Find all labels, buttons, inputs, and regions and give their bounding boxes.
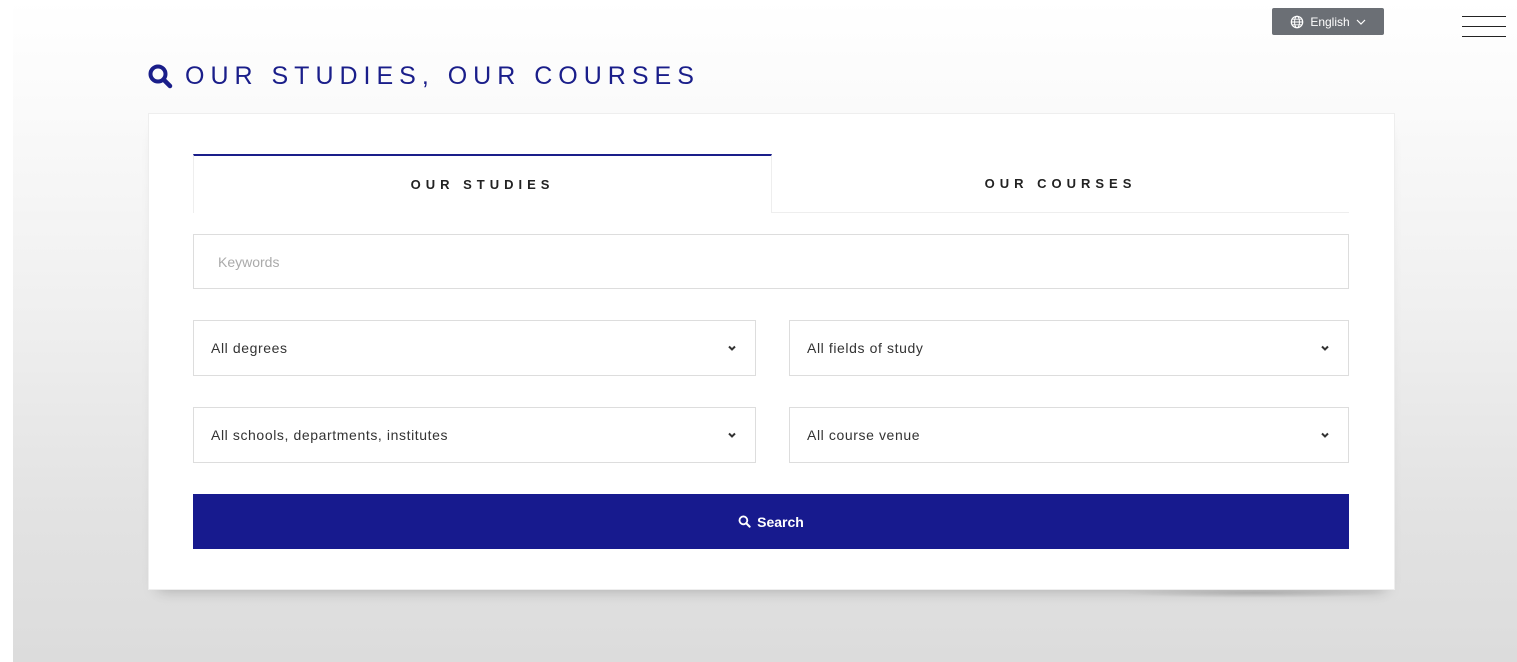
tab-bar: OUR STUDIES OUR COURSES: [193, 154, 1349, 213]
keywords-input[interactable]: [193, 234, 1349, 289]
hamburger-line: [1462, 16, 1506, 17]
search-icon: [738, 515, 751, 528]
chevron-down-icon: [1321, 345, 1329, 351]
tab-our-courses[interactable]: OUR COURSES: [772, 154, 1349, 212]
fields-select-value: All fields of study: [807, 340, 924, 356]
globe-icon: [1291, 15, 1304, 28]
venue-select-value: All course venue: [807, 427, 921, 443]
degrees-select[interactable]: All degrees: [193, 320, 756, 376]
search-icon: [148, 64, 173, 89]
chevron-down-icon: [1356, 19, 1366, 25]
language-selector[interactable]: English: [1272, 8, 1384, 35]
search-card: OUR STUDIES OUR COURSES All degrees All …: [148, 113, 1395, 590]
hamburger-menu-icon[interactable]: [1462, 16, 1506, 38]
hamburger-line: [1462, 26, 1506, 27]
fields-of-study-select[interactable]: All fields of study: [789, 320, 1349, 376]
search-button[interactable]: Search: [193, 494, 1349, 549]
page-title: OUR STUDIES, OUR COURSES: [147, 56, 700, 96]
chevron-down-icon: [728, 432, 736, 438]
search-button-label: Search: [757, 513, 804, 530]
degrees-select-value: All degrees: [211, 340, 288, 356]
schools-select-value: All schools, departments, institutes: [211, 427, 449, 443]
chevron-down-icon: [728, 345, 736, 351]
language-label: English: [1310, 14, 1350, 29]
chevron-down-icon: [1321, 432, 1329, 438]
tab-our-studies[interactable]: OUR STUDIES: [193, 154, 772, 213]
schools-select[interactable]: All schools, departments, institutes: [193, 407, 756, 463]
course-venue-select[interactable]: All course venue: [789, 407, 1349, 463]
page-title-text: OUR STUDIES, OUR COURSES: [185, 61, 700, 90]
hamburger-line: [1462, 36, 1506, 37]
